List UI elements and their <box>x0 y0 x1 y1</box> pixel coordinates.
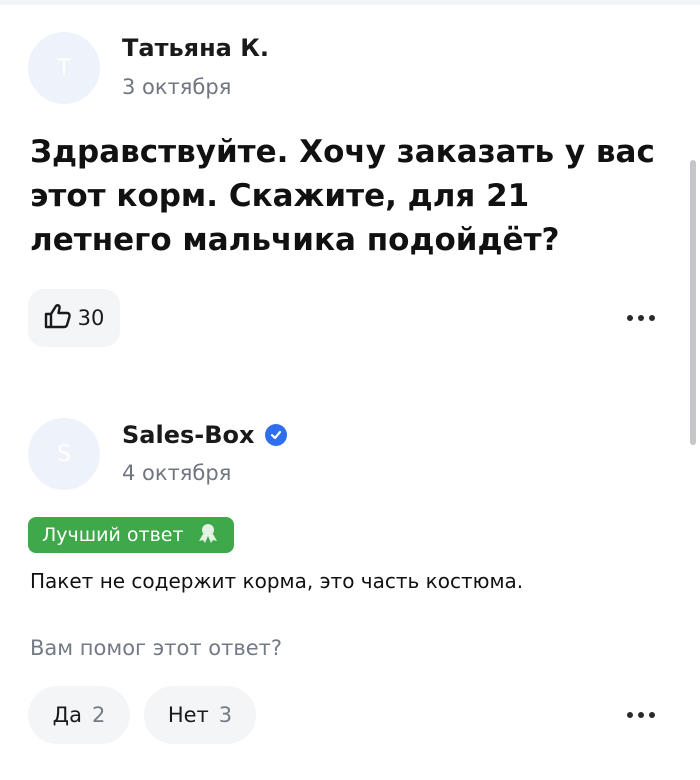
vote-yes-button[interactable]: Да 2 <box>28 686 130 744</box>
vote-yes-count: 2 <box>91 703 106 727</box>
question-text: Здравствуйте. Хочу заказать у вас этот к… <box>30 134 655 258</box>
question-date: 3 октября <box>122 75 232 99</box>
thumbs-up-icon <box>44 303 72 334</box>
author-name-text: Sales-Box <box>122 421 255 449</box>
verified-check-icon <box>264 424 287 446</box>
answer-more-button[interactable] <box>627 712 655 718</box>
avatar[interactable]: Т <box>28 32 100 104</box>
like-button[interactable]: 30 <box>28 289 120 347</box>
best-answer-badge: Лучший ответ <box>28 517 234 553</box>
vote-no-button[interactable]: Нет 3 <box>144 686 256 744</box>
top-divider <box>0 0 700 5</box>
vote-no-label: Нет <box>167 703 209 727</box>
more-dots-icon <box>627 315 633 321</box>
more-dots-icon <box>627 712 633 718</box>
avatar-letter: Т <box>57 55 71 81</box>
avatar-letter: S <box>57 441 71 467</box>
award-ribbon-icon <box>196 521 220 550</box>
answer-date: 4 октября <box>122 461 232 485</box>
scrollbar-thumb[interactable] <box>690 160 696 445</box>
avatar[interactable]: S <box>28 418 100 490</box>
best-answer-label: Лучший ответ <box>42 524 184 546</box>
author-name-text: Татьяна К. <box>122 34 269 62</box>
vote-no-count: 3 <box>218 703 233 727</box>
answer-author-name[interactable]: Sales-Box <box>122 421 287 449</box>
question-more-button[interactable] <box>627 315 655 321</box>
answer-text: Пакет не содержит корма, это часть костю… <box>30 569 524 593</box>
like-count: 30 <box>77 306 105 330</box>
question-author-name[interactable]: Татьяна К. <box>122 34 269 62</box>
vote-yes-label: Да <box>52 703 82 727</box>
helpful-question: Вам помог этот ответ? <box>30 636 283 660</box>
